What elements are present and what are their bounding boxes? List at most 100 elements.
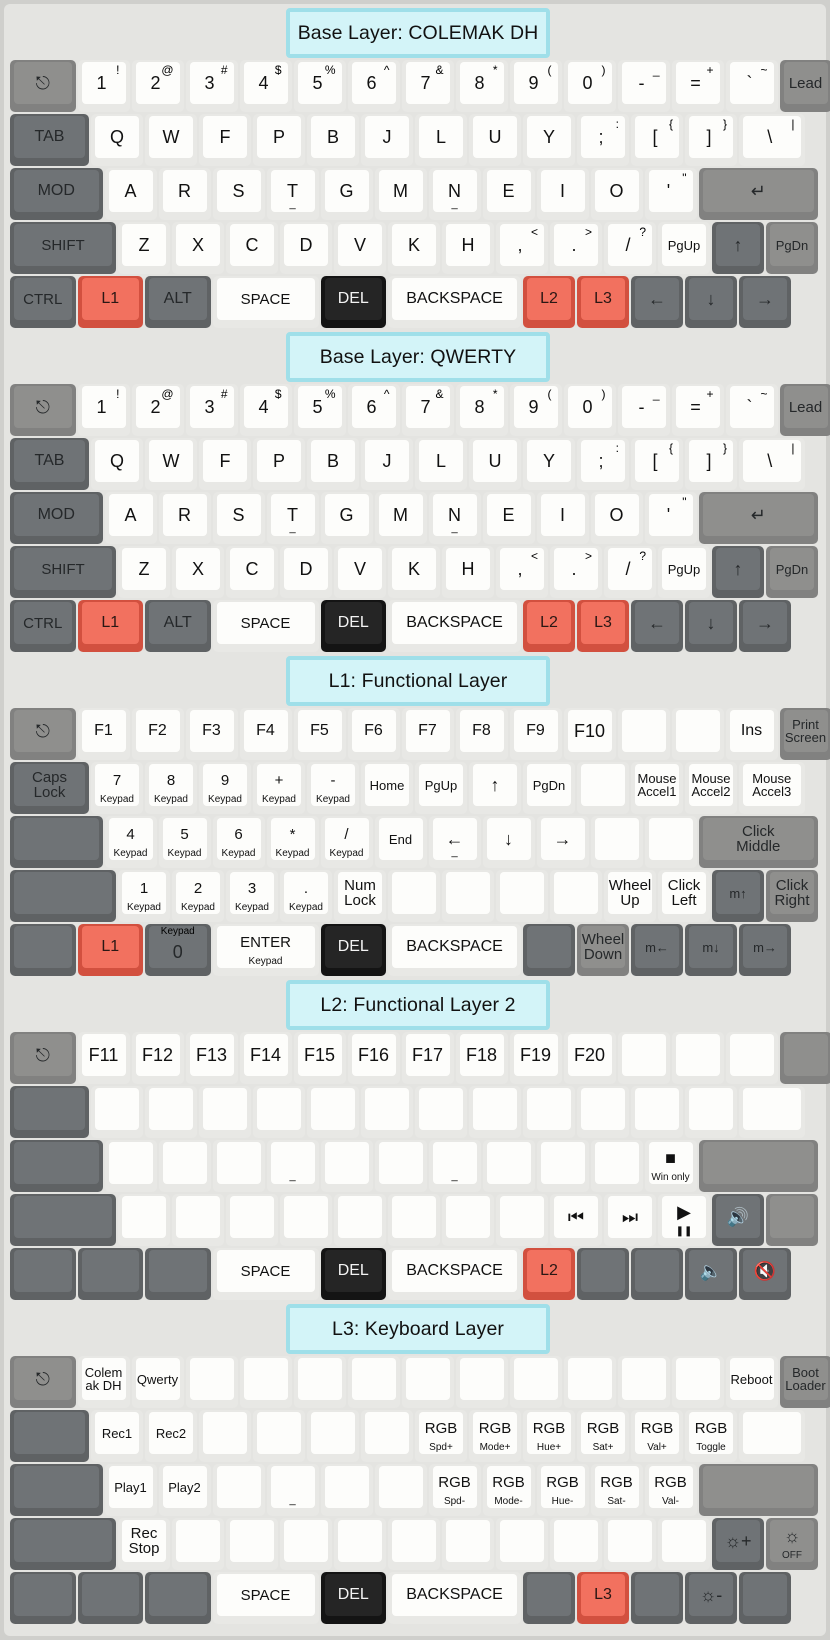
key-mute[interactable]: 🔇 bbox=[739, 1248, 791, 1300]
key-blank[interactable] bbox=[617, 708, 670, 760]
key-blank[interactable] bbox=[158, 1140, 211, 1192]
key-volume-down[interactable]: 🔈 bbox=[685, 1248, 737, 1300]
key-print-screen[interactable]: Print Screen bbox=[779, 708, 830, 760]
key-blank[interactable]: = + bbox=[671, 60, 724, 112]
key-b[interactable]: B bbox=[307, 114, 359, 166]
key-blank[interactable] bbox=[374, 1140, 427, 1192]
key-backlight-off[interactable]: ☼ OFF bbox=[766, 1518, 818, 1570]
key-f16[interactable]: F16 bbox=[347, 1032, 400, 1084]
key-play2[interactable]: Play2 bbox=[158, 1464, 211, 1516]
key-blank[interactable] bbox=[307, 1086, 359, 1138]
key-enter[interactable]: ENTER Keypad bbox=[212, 924, 319, 976]
key-f19[interactable]: F19 bbox=[509, 1032, 562, 1084]
key-f3[interactable]: F3 bbox=[185, 708, 238, 760]
key-blank[interactable]: ← _ bbox=[428, 816, 481, 868]
key-blank[interactable] bbox=[320, 1140, 373, 1192]
key-space[interactable]: SPACE bbox=[212, 1572, 319, 1624]
key-blank[interactable] bbox=[91, 1086, 143, 1138]
key-c[interactable]: C bbox=[226, 546, 278, 598]
key-ctrl[interactable]: CTRL bbox=[10, 276, 76, 328]
key-blank[interactable] bbox=[172, 1518, 224, 1570]
key-blank[interactable] bbox=[253, 1086, 305, 1138]
key-play-pause[interactable]: ▶ ❚❚ bbox=[658, 1194, 710, 1246]
key-f9[interactable]: F9 bbox=[509, 708, 562, 760]
key-blank[interactable]: ↑ bbox=[469, 762, 521, 814]
key-blank[interactable] bbox=[496, 1518, 548, 1570]
key-blank[interactable] bbox=[104, 1140, 157, 1192]
key-t[interactable]: T _ bbox=[266, 492, 319, 544]
key-blank[interactable]: ]} bbox=[685, 114, 737, 166]
key-f14[interactable]: F14 bbox=[239, 1032, 292, 1084]
key-esc[interactable]: ⎋ bbox=[10, 1032, 76, 1084]
key-l1[interactable]: L1 bbox=[77, 600, 143, 652]
key-f5[interactable]: F5 bbox=[293, 708, 346, 760]
key-blank[interactable] bbox=[10, 1248, 76, 1300]
key-del[interactable]: DEL bbox=[320, 924, 386, 976]
key-f8[interactable]: F8 bbox=[455, 708, 508, 760]
key-rec-stop[interactable]: Rec Stop bbox=[118, 1518, 170, 1570]
key-m[interactable]: M bbox=[374, 168, 427, 220]
key-blank[interactable] bbox=[77, 1248, 143, 1300]
key-blank[interactable] bbox=[644, 816, 697, 868]
key-del[interactable]: DEL bbox=[320, 276, 386, 328]
key-l[interactable]: L bbox=[415, 114, 467, 166]
key-f17[interactable]: F17 bbox=[401, 1032, 454, 1084]
key-blank[interactable] bbox=[347, 1356, 400, 1408]
key-blank[interactable] bbox=[212, 1140, 265, 1192]
key-blank[interactable] bbox=[617, 1356, 670, 1408]
key-blank[interactable]: ← bbox=[631, 600, 683, 652]
key-blank[interactable] bbox=[563, 1356, 616, 1408]
key-blank[interactable]: ← bbox=[631, 276, 683, 328]
key-g[interactable]: G bbox=[320, 492, 373, 544]
key-5[interactable]: 5% bbox=[293, 60, 346, 112]
key-m[interactable]: m← bbox=[631, 924, 683, 976]
key-f6[interactable]: F6 bbox=[347, 708, 400, 760]
key-2[interactable]: 2 Keypad bbox=[172, 870, 224, 922]
key-blank[interactable]: * Keypad bbox=[266, 816, 319, 868]
key-blank[interactable] bbox=[509, 1356, 562, 1408]
key-d[interactable]: D bbox=[280, 222, 332, 274]
key-h[interactable]: H bbox=[442, 546, 494, 598]
key-mouse-accel2[interactable]: Mouse Accel2 bbox=[685, 762, 737, 814]
key-blank[interactable] bbox=[739, 1572, 791, 1624]
key-l3[interactable]: L3 bbox=[577, 276, 629, 328]
key-blank[interactable] bbox=[334, 1194, 386, 1246]
key-blank[interactable] bbox=[307, 1410, 359, 1462]
key-home[interactable]: Home bbox=[361, 762, 413, 814]
key-del[interactable]: DEL bbox=[320, 1572, 386, 1624]
key-previous-track[interactable]: ⏮ bbox=[550, 1194, 602, 1246]
key-blank[interactable] bbox=[455, 1356, 508, 1408]
key-blank[interactable] bbox=[388, 1194, 440, 1246]
key-blank[interactable] bbox=[469, 1086, 521, 1138]
key-f12[interactable]: F12 bbox=[131, 1032, 184, 1084]
key-6[interactable]: 6 ^ bbox=[347, 60, 400, 112]
key-blank[interactable] bbox=[10, 1518, 116, 1570]
key-blank[interactable] bbox=[212, 1464, 265, 1516]
key-wheel-up[interactable]: Wheel Up bbox=[604, 870, 656, 922]
key-m[interactable]: m↑ bbox=[712, 870, 764, 922]
key-blank[interactable] bbox=[590, 816, 643, 868]
key-blank[interactable] bbox=[685, 1086, 737, 1138]
key-2[interactable]: 2 @ bbox=[131, 60, 184, 112]
key-blank[interactable] bbox=[496, 870, 548, 922]
key-blank[interactable]: ]} bbox=[685, 438, 737, 490]
key-blank[interactable] bbox=[10, 1464, 103, 1516]
key-blank[interactable]: . > bbox=[550, 222, 602, 274]
key-blank[interactable] bbox=[604, 1518, 656, 1570]
key-blank[interactable] bbox=[577, 1086, 629, 1138]
key-blank[interactable]: [{ bbox=[631, 114, 683, 166]
key-8[interactable]: 8 * bbox=[455, 60, 508, 112]
key-u[interactable]: U bbox=[469, 438, 521, 490]
key-f7[interactable]: F7 bbox=[401, 708, 454, 760]
key-blank[interactable] bbox=[172, 1194, 224, 1246]
key-del[interactable]: DEL bbox=[320, 1248, 386, 1300]
key-blank[interactable] bbox=[523, 1572, 575, 1624]
key-click-left[interactable]: Click Left bbox=[658, 870, 710, 922]
key-blank[interactable]: _ bbox=[266, 1464, 319, 1516]
key-blank[interactable] bbox=[77, 1572, 143, 1624]
key-mouse-accel3[interactable]: Mouse Accel3 bbox=[739, 762, 805, 814]
key-blank[interactable]: . Keypad bbox=[280, 870, 332, 922]
key-rgb[interactable]: RGB Hue+ bbox=[523, 1410, 575, 1462]
key-rgb[interactable]: RGB Hue- bbox=[536, 1464, 589, 1516]
key-blank[interactable]: = + bbox=[671, 384, 724, 436]
